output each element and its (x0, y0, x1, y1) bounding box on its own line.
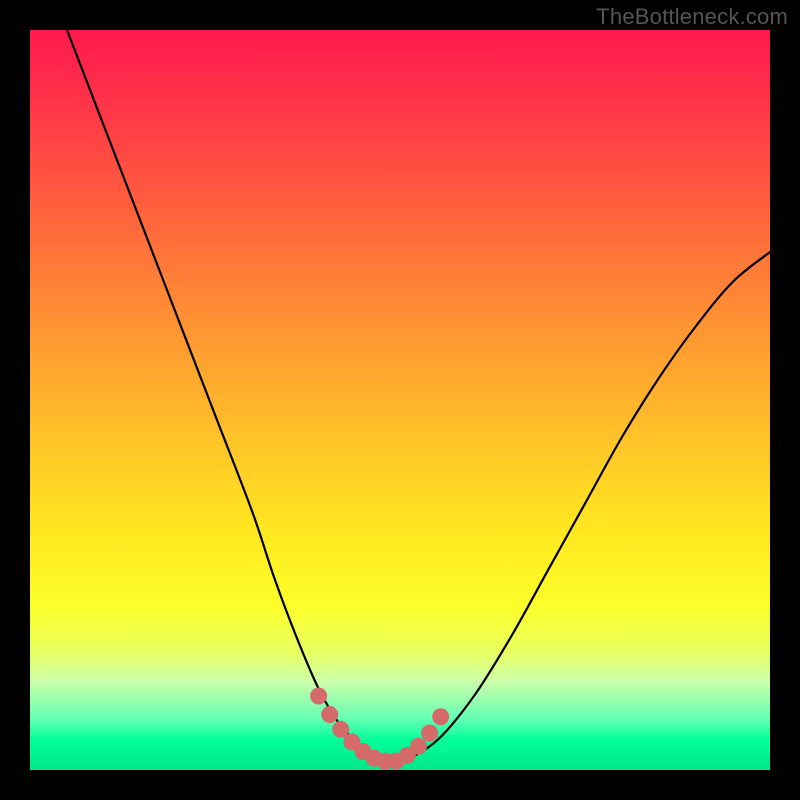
minimum-marker-dot (410, 738, 427, 755)
chart-frame: TheBottleneck.com (0, 0, 800, 800)
watermark-text: TheBottleneck.com (596, 4, 788, 30)
bottleneck-curve (67, 30, 770, 765)
minimum-marker-dot (432, 708, 449, 725)
minimum-marker-dot (321, 706, 338, 723)
minimum-marker-dot (421, 725, 438, 742)
minimum-markers (310, 688, 449, 770)
bottleneck-curve-path (67, 30, 770, 765)
curve-svg (30, 30, 770, 770)
plot-area (30, 30, 770, 770)
minimum-marker-dot (310, 688, 327, 705)
